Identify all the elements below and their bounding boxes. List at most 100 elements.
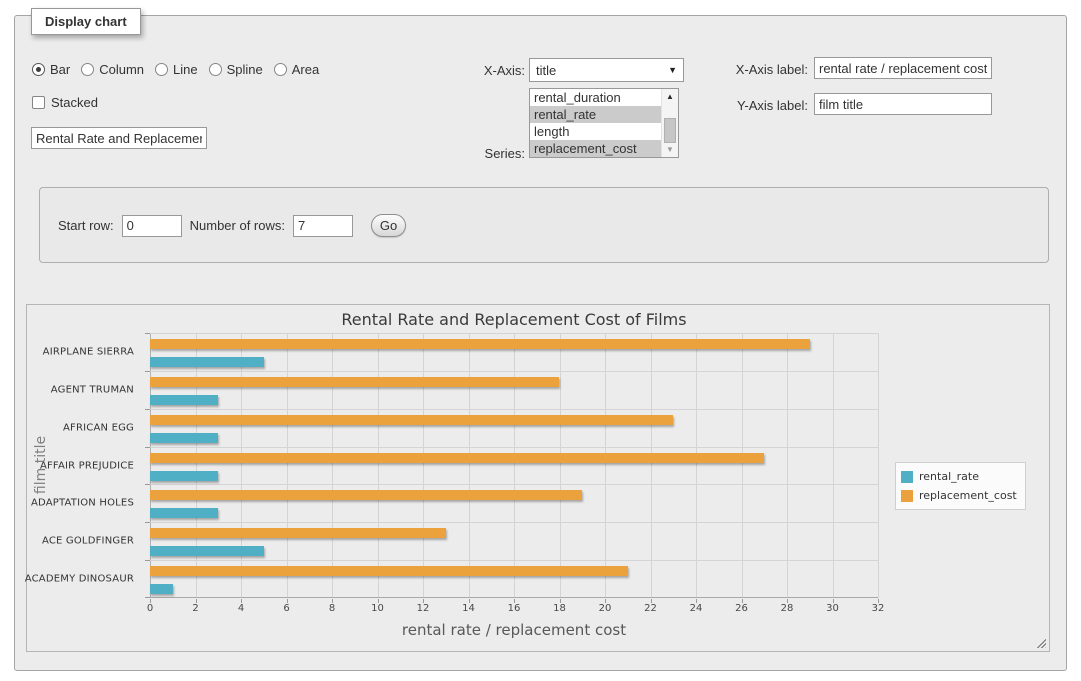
category-row bbox=[150, 447, 878, 485]
category-rows bbox=[150, 333, 878, 598]
x-tick-label: 10 bbox=[371, 603, 384, 614]
bar-rental_rate[interactable] bbox=[150, 584, 173, 594]
x-tick-label: 20 bbox=[599, 603, 612, 614]
y-axis-label-input[interactable] bbox=[814, 93, 992, 115]
radio-label: Spline bbox=[227, 62, 263, 77]
start-row-input[interactable] bbox=[122, 215, 182, 237]
series-option-rental_duration[interactable]: rental_duration bbox=[530, 89, 661, 106]
series-list-label: Series: bbox=[415, 146, 525, 161]
x-tick-label: 18 bbox=[553, 603, 566, 614]
stacked-option[interactable]: Stacked bbox=[32, 95, 98, 110]
radio-label: Line bbox=[173, 62, 198, 77]
y-axis-title: film title bbox=[33, 436, 49, 494]
x-axis-label-input[interactable] bbox=[814, 57, 992, 79]
x-tick-label: 32 bbox=[872, 603, 885, 614]
x-axis-select-value: title bbox=[536, 63, 556, 78]
plot-area bbox=[150, 333, 878, 598]
display-chart-panel: Display chart BarColumnLineSplineArea St… bbox=[14, 15, 1067, 671]
resize-handle-icon[interactable] bbox=[1035, 637, 1046, 648]
category-label: AGENT TRUMAN bbox=[51, 384, 134, 395]
radio-label: Column bbox=[99, 62, 144, 77]
bar-replacement_cost[interactable] bbox=[150, 528, 446, 538]
stacked-checkbox[interactable] bbox=[32, 96, 45, 109]
radio-label: Area bbox=[292, 62, 319, 77]
radio-column[interactable]: Column bbox=[81, 62, 144, 77]
bar-replacement_cost[interactable] bbox=[150, 415, 673, 425]
category-label: ACADEMY DINOSAUR bbox=[25, 574, 134, 585]
bar-rental_rate[interactable] bbox=[150, 357, 264, 367]
legend-swatch-icon bbox=[901, 471, 913, 483]
series-option-length[interactable]: length bbox=[530, 123, 661, 140]
x-tick-label: 2 bbox=[192, 603, 198, 614]
row-range-box: Start row: Number of rows: Go bbox=[39, 187, 1049, 263]
go-button-label: Go bbox=[380, 218, 397, 233]
stacked-label: Stacked bbox=[51, 95, 98, 110]
series-options: rental_durationrental_ratelengthreplacem… bbox=[530, 89, 661, 157]
legend-item-replacement_cost[interactable]: replacement_cost bbox=[901, 486, 1017, 505]
x-tick-label: 28 bbox=[781, 603, 794, 614]
gridline bbox=[878, 333, 879, 598]
category-row bbox=[150, 522, 878, 560]
radio-bar-icon[interactable] bbox=[32, 63, 45, 76]
x-tick-label: 30 bbox=[826, 603, 839, 614]
category-row bbox=[150, 560, 878, 598]
chart-container: Rental Rate and Replacement Cost of Film… bbox=[26, 304, 1050, 652]
bar-replacement_cost[interactable] bbox=[150, 377, 559, 387]
radio-line[interactable]: Line bbox=[155, 62, 198, 77]
scroll-down-icon[interactable]: ▼ bbox=[662, 142, 678, 157]
radio-label: Bar bbox=[50, 62, 70, 77]
x-tick-label: 0 bbox=[147, 603, 153, 614]
go-button[interactable]: Go bbox=[371, 214, 406, 237]
bar-replacement_cost[interactable] bbox=[150, 339, 810, 349]
bar-rental_rate[interactable] bbox=[150, 508, 218, 518]
series-option-rental_rate[interactable]: rental_rate bbox=[530, 106, 661, 123]
legend-label: rental_rate bbox=[919, 470, 979, 483]
x-axis-select[interactable]: title ▼ bbox=[529, 58, 684, 82]
x-tick-label: 26 bbox=[735, 603, 748, 614]
scroll-up-icon[interactable]: ▲ bbox=[662, 89, 678, 104]
radio-line-icon[interactable] bbox=[155, 63, 168, 76]
legend-item-rental_rate[interactable]: rental_rate bbox=[901, 467, 1017, 486]
number-of-rows-input[interactable] bbox=[293, 215, 353, 237]
x-tick-label: 24 bbox=[690, 603, 703, 614]
bar-rental_rate[interactable] bbox=[150, 546, 264, 556]
chart-title: Rental Rate and Replacement Cost of Film… bbox=[150, 310, 878, 329]
series-listbox[interactable]: rental_durationrental_ratelengthreplacem… bbox=[529, 88, 679, 158]
number-of-rows-label: Number of rows: bbox=[190, 218, 285, 233]
x-tick-label: 16 bbox=[508, 603, 521, 614]
bar-rental_rate[interactable] bbox=[150, 433, 218, 443]
x-tick-label: 14 bbox=[462, 603, 475, 614]
category-label: ADAPTATION HOLES bbox=[31, 498, 134, 509]
category-label: AIRPLANE SIERRA bbox=[43, 346, 134, 357]
x-tick-label: 22 bbox=[644, 603, 657, 614]
radio-area-icon[interactable] bbox=[274, 63, 287, 76]
category-label: AFRICAN EGG bbox=[63, 422, 134, 433]
series-option-replacement_cost[interactable]: replacement_cost bbox=[530, 140, 661, 157]
radio-bar[interactable]: Bar bbox=[32, 62, 70, 77]
bar-replacement_cost[interactable] bbox=[150, 490, 582, 500]
radio-area[interactable]: Area bbox=[274, 62, 319, 77]
start-row-label: Start row: bbox=[58, 218, 114, 233]
bar-rental_rate[interactable] bbox=[150, 395, 218, 405]
bar-replacement_cost[interactable] bbox=[150, 566, 628, 576]
x-axis-select-label: X-Axis: bbox=[415, 63, 525, 78]
radio-spline[interactable]: Spline bbox=[209, 62, 263, 77]
category-label: ACE GOLDFINGER bbox=[42, 536, 134, 547]
scrollbar-thumb[interactable] bbox=[664, 118, 676, 143]
chart-title-input[interactable] bbox=[31, 127, 207, 149]
listbox-scrollbar[interactable]: ▲ ▼ bbox=[661, 89, 678, 157]
y-axis-label-caption: Y-Axis label: bbox=[703, 98, 808, 113]
radio-spline-icon[interactable] bbox=[209, 63, 222, 76]
legend-label: replacement_cost bbox=[919, 489, 1017, 502]
x-tick-labels: 02468101214161820222426283032 bbox=[150, 603, 878, 617]
x-tick-label: 6 bbox=[283, 603, 289, 614]
panel-title: Display chart bbox=[31, 8, 141, 35]
bar-rental_rate[interactable] bbox=[150, 471, 218, 481]
x-axis-label-caption: X-Axis label: bbox=[703, 62, 808, 77]
bar-replacement_cost[interactable] bbox=[150, 453, 764, 463]
legend-swatch-icon bbox=[901, 490, 913, 502]
x-tick-label: 8 bbox=[329, 603, 335, 614]
radio-column-icon[interactable] bbox=[81, 63, 94, 76]
dropdown-arrow-icon: ▼ bbox=[668, 65, 677, 75]
category-row bbox=[150, 333, 878, 371]
